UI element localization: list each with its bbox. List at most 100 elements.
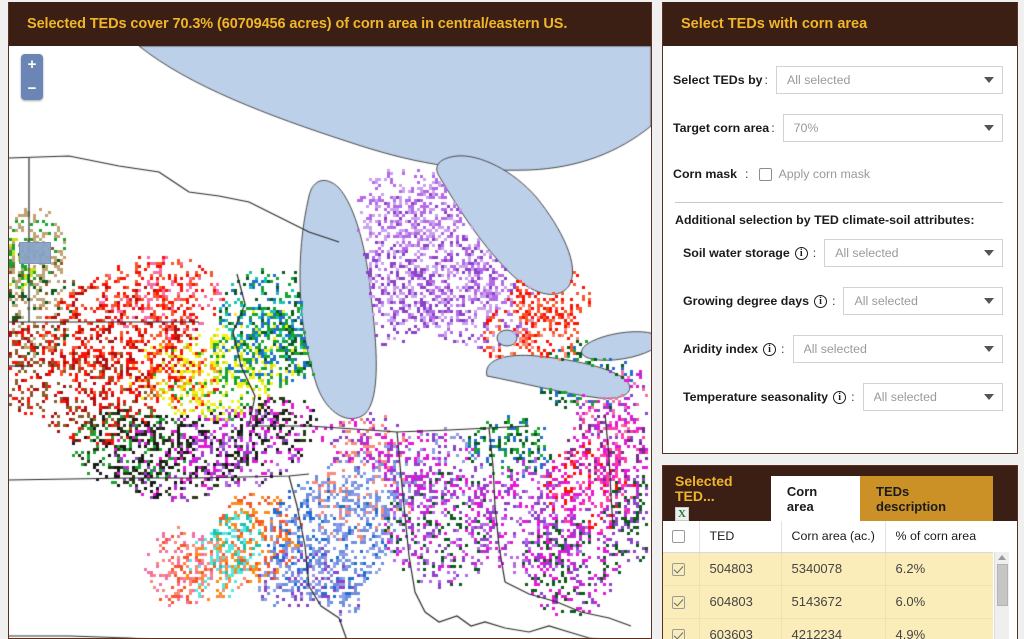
zoom-out-button[interactable]: − <box>23 80 41 98</box>
chevron-down-icon <box>983 125 994 131</box>
field-row-soil-water-storage: Soil water storage i : All selected <box>673 229 1009 277</box>
target-corn-area-dropdown[interactable]: 70% <box>782 114 1003 142</box>
label-text: Select TEDs by <box>673 73 763 87</box>
field-row-select-teds-by: Select TEDs by: All selected <box>673 56 1009 104</box>
column-header-ted[interactable]: TED <box>699 521 782 553</box>
target-corn-area-value: 70% <box>793 121 819 135</box>
tab-teds-description[interactable]: TEDs description <box>860 476 993 521</box>
row-checkbox[interactable] <box>672 629 685 639</box>
zoom-in-button[interactable]: + <box>23 56 41 74</box>
label-text: Aridity index <box>683 342 759 356</box>
scrollbar-thumb[interactable] <box>996 564 1008 606</box>
label-growing-degree-days: Growing degree days i : <box>683 294 835 308</box>
map-viewport[interactable]: + − <box>9 46 651 638</box>
cell-pct: 4.9% <box>885 618 993 639</box>
cell-corn-area: 4212234 <box>781 618 886 639</box>
column-header-pct-corn-area[interactable]: % of corn area <box>885 521 993 553</box>
label-text: Target corn area <box>673 121 770 135</box>
label-text: Growing degree days <box>683 294 810 308</box>
temperature-seasonality-value: All selected <box>873 390 937 404</box>
map-header-title: Selected TEDs cover 70.3% (60709456 acre… <box>27 16 568 32</box>
table-row[interactable]: 504803 5340078 6.2% <box>663 552 993 586</box>
selection-panel-title: Select TEDs with corn area <box>681 16 868 32</box>
label-aridity-index: Aridity index i : <box>683 342 785 356</box>
info-icon[interactable]: i <box>814 294 828 308</box>
ted-classification-map[interactable] <box>9 46 651 638</box>
label-colon: : <box>781 342 785 356</box>
table-header-row: TED Corn area (ac.) % of corn area <box>663 521 993 553</box>
table-body: 504803 5340078 6.2% 604803 5143672 6.0% <box>663 552 993 639</box>
selection-panel-header: Select TEDs with corn area <box>663 2 1017 46</box>
label-colon: : <box>812 246 817 260</box>
label-target-corn-area: Target corn area: <box>673 121 775 135</box>
label-colon: : <box>745 167 749 181</box>
cell-pct: 6.2% <box>885 552 993 586</box>
map-legend-swatch <box>19 242 51 264</box>
row-select-cell <box>663 552 700 586</box>
field-row-temperature-seasonality: Temperature seasonality i : All selected <box>673 373 1009 421</box>
selection-panel: Select TEDs with corn area Select TEDs b… <box>662 2 1018 454</box>
table-head: TED Corn area (ac.) % of corn area <box>663 521 993 553</box>
field-row-corn-mask: Corn mask : Apply corn mask <box>673 152 1009 196</box>
chevron-down-icon <box>984 77 994 83</box>
row-select-cell <box>663 585 700 619</box>
table-row[interactable]: 603603 4212234 4.9% <box>663 618 993 639</box>
select-teds-by-dropdown[interactable]: All selected <box>775 66 1003 94</box>
soil-water-storage-dropdown[interactable]: All selected <box>824 239 1003 267</box>
label-text: Temperature seasonality <box>683 390 829 404</box>
map-panel: Selected TEDs cover 70.3% (60709456 acre… <box>8 2 652 639</box>
growing-degree-days-dropdown[interactable]: All selected <box>843 287 1003 315</box>
chevron-down-icon <box>984 250 994 256</box>
apply-corn-mask-label: Apply corn mask <box>778 167 871 181</box>
results-panel-title-block: Selected TED... X <box>663 466 771 521</box>
results-tab-bar: Selected TED... X Corn area TEDs descrip… <box>663 466 1017 521</box>
tab-corn-area[interactable]: Corn area <box>770 476 860 521</box>
field-row-target-corn-area: Target corn area: 70% <box>673 104 1009 152</box>
cell-ted: 504803 <box>699 552 782 586</box>
attributes-section-title: Additional selection by TED climate-soil… <box>675 213 975 227</box>
scroll-up-icon[interactable] <box>998 555 1006 560</box>
label-text: Corn mask <box>673 167 738 181</box>
aridity-index-dropdown[interactable]: All selected <box>792 335 1003 363</box>
chevron-down-icon <box>984 346 994 352</box>
map-zoom-control[interactable]: + − <box>21 54 43 100</box>
column-header-corn-area[interactable]: Corn area (ac.) <box>781 521 886 553</box>
soil-water-storage-value: All selected <box>835 246 899 260</box>
label-colon: : <box>832 294 836 308</box>
field-row-growing-degree-days: Growing degree days i : All selected <box>673 277 1009 325</box>
temperature-seasonality-dropdown[interactable]: All selected <box>862 383 1003 411</box>
label-soil-water-storage: Soil water storage i : <box>683 246 816 260</box>
app-root: Selected TEDs cover 70.3% (60709456 acre… <box>0 0 1024 639</box>
label-text: Soil water storage <box>683 246 790 260</box>
export-excel-icon[interactable]: X <box>675 507 689 521</box>
cell-ted: 603603 <box>699 618 782 639</box>
cell-corn-area: 5340078 <box>781 552 886 586</box>
select-all-checkbox[interactable] <box>672 530 685 544</box>
aridity-index-value: All selected <box>803 342 867 356</box>
right-column: Select TEDs with corn area Select TEDs b… <box>662 2 1018 639</box>
label-colon: : <box>851 390 855 404</box>
label-colon: : <box>764 73 768 87</box>
results-panel-title: Selected TED... <box>675 473 733 504</box>
results-table-wrapper: TED Corn area (ac.) % of corn area 50480… <box>663 521 1017 639</box>
tab-bar-end-cap <box>992 466 1017 521</box>
info-icon[interactable]: i <box>794 246 808 260</box>
cell-pct: 6.0% <box>885 585 993 619</box>
apply-corn-mask-checkbox[interactable] <box>758 167 772 181</box>
growing-degree-days-value: All selected <box>854 294 918 308</box>
label-temperature-seasonality: Temperature seasonality i : <box>683 390 855 404</box>
field-row-aridity-index: Aridity index i : All selected <box>673 325 1009 373</box>
table-row[interactable]: 604803 5143672 6.0% <box>663 585 993 619</box>
results-table-panel: Selected TED... X Corn area TEDs descrip… <box>662 465 1018 639</box>
info-icon[interactable]: i <box>833 390 847 404</box>
row-checkbox[interactable] <box>672 596 685 610</box>
info-icon[interactable]: i <box>763 342 777 356</box>
row-select-cell <box>663 618 700 639</box>
map-header: Selected TEDs cover 70.3% (60709456 acre… <box>9 2 651 46</box>
select-all-header <box>663 521 700 553</box>
row-checkbox[interactable] <box>672 563 685 577</box>
cell-ted: 604803 <box>699 585 782 619</box>
table-vertical-scrollbar[interactable] <box>994 552 1009 639</box>
selection-panel-body: Select TEDs by: All selected Target corn… <box>663 46 1017 421</box>
chevron-down-icon <box>984 298 994 304</box>
